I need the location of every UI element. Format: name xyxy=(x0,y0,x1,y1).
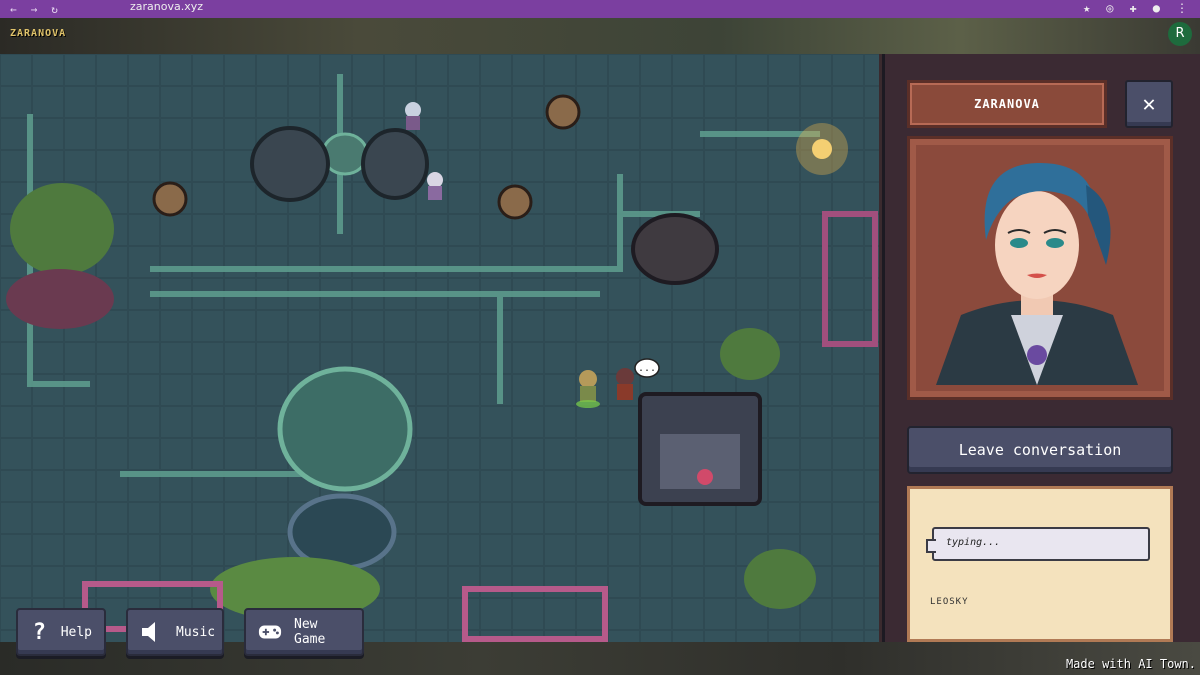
reload-icon[interactable]: ↻ xyxy=(51,3,58,16)
new-game-button[interactable]: New Game xyxy=(244,608,364,656)
question-icon: ? xyxy=(32,619,46,645)
back-icon[interactable]: ← xyxy=(10,3,17,16)
npc-character xyxy=(427,172,443,200)
user-avatar[interactable]: R xyxy=(1168,22,1192,46)
map-canvas: ... xyxy=(0,54,879,642)
music-label: Music xyxy=(176,624,216,640)
help-button[interactable]: ? Help xyxy=(16,608,106,656)
help-label: Help xyxy=(60,624,92,640)
character-name: ZARANOVA xyxy=(907,80,1107,128)
browser-chrome: ← → ↻ zaranova.xyz ★ ◎ ✚ ● ⋮ xyxy=(0,0,1200,18)
menu-icon[interactable]: ⋮ xyxy=(1176,1,1188,15)
app-logo[interactable]: ZARANOVA xyxy=(10,28,66,39)
character-portrait xyxy=(907,136,1173,400)
gamepad-icon xyxy=(258,620,282,644)
speech-bubble-icon: ... xyxy=(634,358,660,378)
leave-conversation-button[interactable]: Leave conversation xyxy=(907,426,1173,474)
npc-character xyxy=(405,102,421,130)
app-header: ZARANOVA R xyxy=(0,18,1200,54)
forward-icon[interactable]: → xyxy=(31,3,38,16)
svg-text:...: ... xyxy=(638,363,656,374)
puzzle-icon[interactable]: ✚ xyxy=(1130,1,1137,15)
music-button[interactable]: Music xyxy=(126,608,224,656)
profile-icon[interactable]: ● xyxy=(1153,1,1160,15)
address-bar[interactable]: zaranova.xyz xyxy=(130,0,203,18)
close-button[interactable]: ✕ xyxy=(1125,80,1173,128)
portrait-image xyxy=(916,145,1158,385)
chat-box: typing... LEOSKY xyxy=(907,486,1173,642)
speaker-icon xyxy=(140,620,164,644)
extension-icon[interactable]: ◎ xyxy=(1106,1,1113,15)
round-platform xyxy=(277,366,413,492)
conversation-panel: ZARANOVA ✕ Leave conversation typing... … xyxy=(885,54,1200,642)
credit-text: Made with AI Town. xyxy=(1065,657,1196,671)
close-icon: ✕ xyxy=(1142,91,1156,117)
game-map[interactable]: ... xyxy=(0,54,882,642)
new-game-label: New Game xyxy=(294,617,326,647)
zaranova-character xyxy=(616,368,634,400)
bookmark-star-icon[interactable]: ★ xyxy=(1083,1,1090,15)
typing-bubble: typing... xyxy=(926,527,1150,561)
speaker-name: LEOSKY xyxy=(930,597,969,607)
